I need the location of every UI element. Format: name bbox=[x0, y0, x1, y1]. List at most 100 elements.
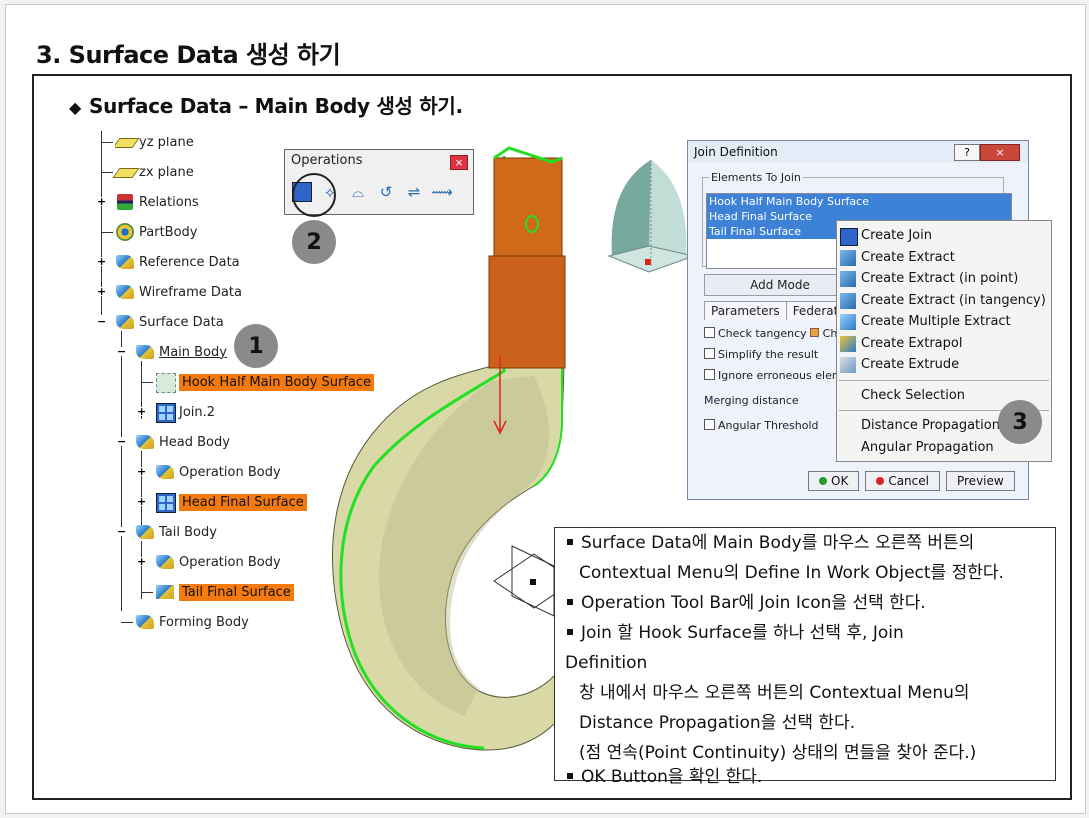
tree-node-tail-final-surface[interactable]: Tail Final Surface bbox=[155, 581, 294, 603]
cancel-button[interactable]: Cancel bbox=[865, 471, 940, 491]
toolbar-title: Operations bbox=[291, 153, 363, 168]
tree-node-tail-operation-body[interactable]: Operation Body bbox=[155, 551, 281, 573]
hook-head-top bbox=[493, 146, 563, 164]
add-mode-button[interactable]: Add Mode bbox=[704, 274, 856, 296]
tree-node-tail-body[interactable]: Tail Body bbox=[135, 521, 217, 543]
extract-icon bbox=[840, 292, 856, 309]
geometrical-set-icon bbox=[115, 282, 135, 302]
geometrical-set-icon bbox=[115, 252, 135, 272]
preview-button[interactable]: Preview bbox=[945, 471, 1015, 491]
tab-parameters[interactable]: Parameters bbox=[704, 301, 787, 320]
diamond-bullet: ◆ bbox=[69, 98, 82, 117]
step-badge-3: 3 bbox=[998, 400, 1042, 444]
join-icon bbox=[840, 228, 858, 246]
extrapol-icon bbox=[155, 582, 175, 602]
section-subtitle: ◆ Surface Data – Main Body 생성 하기. bbox=[69, 90, 463, 119]
geometrical-set-icon bbox=[135, 522, 155, 542]
plane-icon bbox=[112, 162, 140, 182]
tree-node-hook-half-main-body-surface[interactable]: Hook Half Main Body Surface bbox=[155, 371, 375, 393]
menu-separator bbox=[839, 379, 1049, 381]
menu-item-create-extract-in-point[interactable]: Create Extract (in point) bbox=[837, 268, 1051, 290]
extract-icon bbox=[840, 249, 856, 266]
checkbox[interactable] bbox=[704, 348, 715, 359]
menu-item-create-extract-in-tangency[interactable]: Create Extract (in tangency) bbox=[837, 290, 1051, 312]
tree-node-surface-data[interactable]: Surface Data bbox=[115, 311, 224, 333]
step-badge-2: 2 bbox=[292, 220, 336, 264]
tree-node-zx-plane[interactable]: zx plane bbox=[112, 161, 194, 183]
instruction-line: Contextual Menu의 Define In Work Object를 … bbox=[579, 563, 1004, 583]
menu-item-create-extrapol[interactable]: Create Extrapol bbox=[837, 333, 1051, 355]
direction-arrow-head bbox=[493, 420, 507, 435]
expand-toggle[interactable]: + bbox=[137, 406, 146, 417]
expand-toggle[interactable]: + bbox=[97, 286, 106, 297]
tree-node-partbody[interactable]: PartBody bbox=[115, 221, 197, 243]
join-icon bbox=[155, 492, 176, 513]
tree-line bbox=[101, 232, 113, 233]
tree-node-head-body[interactable]: Head Body bbox=[135, 431, 230, 453]
hook-inner-edge bbox=[533, 366, 563, 487]
tree-node-head-operation-body[interactable]: Operation Body bbox=[155, 461, 281, 483]
untrim-icon[interactable]: ⌓ bbox=[345, 179, 371, 205]
instructions-box: Surface Data에 Main Body를 마우스 오른쪽 버튼의 Con… bbox=[554, 527, 1056, 787]
help-button[interactable]: ? bbox=[954, 144, 980, 161]
collapse-toggle[interactable]: − bbox=[117, 526, 126, 537]
close-icon[interactable]: × bbox=[450, 155, 468, 170]
collapse-toggle[interactable]: − bbox=[97, 316, 106, 327]
tree-node-main-body[interactable]: Main Body bbox=[135, 341, 227, 363]
bullet-icon bbox=[567, 773, 573, 779]
ok-dot-icon bbox=[819, 477, 827, 485]
tree-line bbox=[141, 592, 153, 593]
tree-line bbox=[101, 142, 113, 143]
geometrical-set-icon bbox=[155, 552, 175, 572]
extrapolate-icon[interactable]: ⟿ bbox=[429, 179, 455, 205]
instruction-line: Surface Data에 Main Body를 마우스 오른쪽 버튼의 bbox=[555, 528, 1055, 558]
split-icon[interactable]: ↺ bbox=[373, 179, 399, 205]
menu-item-create-extrude[interactable]: Create Extrude bbox=[837, 354, 1051, 376]
instruction-line: Distance Propagation을 선택 한다. bbox=[579, 713, 856, 733]
checkbox[interactable] bbox=[704, 369, 715, 380]
tree-line bbox=[121, 331, 122, 611]
menu-item-create-extract[interactable]: Create Extract bbox=[837, 247, 1051, 269]
menu-item-create-multiple-extract[interactable]: Create Multiple Extract bbox=[837, 311, 1051, 333]
dialog-close-button[interactable]: × bbox=[980, 144, 1020, 161]
menu-item-create-join[interactable]: Create Join bbox=[837, 225, 1051, 247]
hook-head-lower bbox=[488, 255, 566, 369]
expand-toggle[interactable]: + bbox=[137, 556, 146, 567]
join-icon bbox=[155, 402, 176, 423]
ok-button[interactable]: OK bbox=[808, 471, 860, 491]
subtitle-text: Surface Data – Main Body 생성 하기. bbox=[89, 94, 463, 118]
bullet-icon bbox=[567, 629, 573, 635]
join-icon-highlight bbox=[292, 173, 336, 217]
checkbox[interactable] bbox=[704, 419, 715, 430]
extrapol-icon bbox=[840, 335, 856, 352]
tree-node-head-final-surface[interactable]: Head Final Surface bbox=[155, 491, 307, 513]
tree-node-yz-plane[interactable]: yz plane bbox=[115, 137, 194, 153]
collapse-toggle[interactable]: − bbox=[117, 346, 126, 357]
relations-icon bbox=[115, 192, 135, 212]
geometrical-set-icon bbox=[115, 312, 135, 332]
tree-node-wireframe-data[interactable]: Wireframe Data bbox=[115, 281, 242, 303]
extract-icon bbox=[840, 271, 856, 287]
tree-node-reference-data[interactable]: Reference Data bbox=[115, 251, 240, 273]
extrude-icon bbox=[840, 357, 856, 373]
expand-toggle[interactable]: + bbox=[97, 196, 106, 207]
list-item[interactable]: Hook Half Main Body Surface bbox=[707, 194, 1011, 209]
instruction-line: Definition bbox=[565, 653, 648, 673]
checkbox[interactable] bbox=[704, 327, 715, 338]
bullet-icon bbox=[567, 539, 573, 545]
multiple-extract-icon bbox=[840, 314, 856, 330]
tree-node-join-2[interactable]: Join.2 bbox=[155, 401, 215, 423]
translate-icon[interactable]: ⇌ bbox=[401, 179, 427, 205]
tree-node-forming-body[interactable]: Forming Body bbox=[135, 611, 249, 633]
bullet-icon bbox=[567, 599, 573, 605]
surface-icon bbox=[155, 372, 176, 393]
tree-line bbox=[121, 622, 133, 623]
tree-line bbox=[141, 541, 142, 599]
expand-toggle[interactable]: + bbox=[137, 496, 146, 507]
collapse-toggle[interactable]: − bbox=[117, 436, 126, 447]
tree-node-relations[interactable]: Relations bbox=[115, 191, 199, 213]
instruction-line: 창 내에서 마우스 오른쪽 버튼의 Contextual Menu의 bbox=[579, 683, 970, 703]
expand-toggle[interactable]: + bbox=[137, 466, 146, 477]
instruction-line: Operation Tool Bar에 Join Icon을 선택 한다. bbox=[555, 588, 1055, 618]
expand-toggle[interactable]: + bbox=[97, 256, 106, 267]
